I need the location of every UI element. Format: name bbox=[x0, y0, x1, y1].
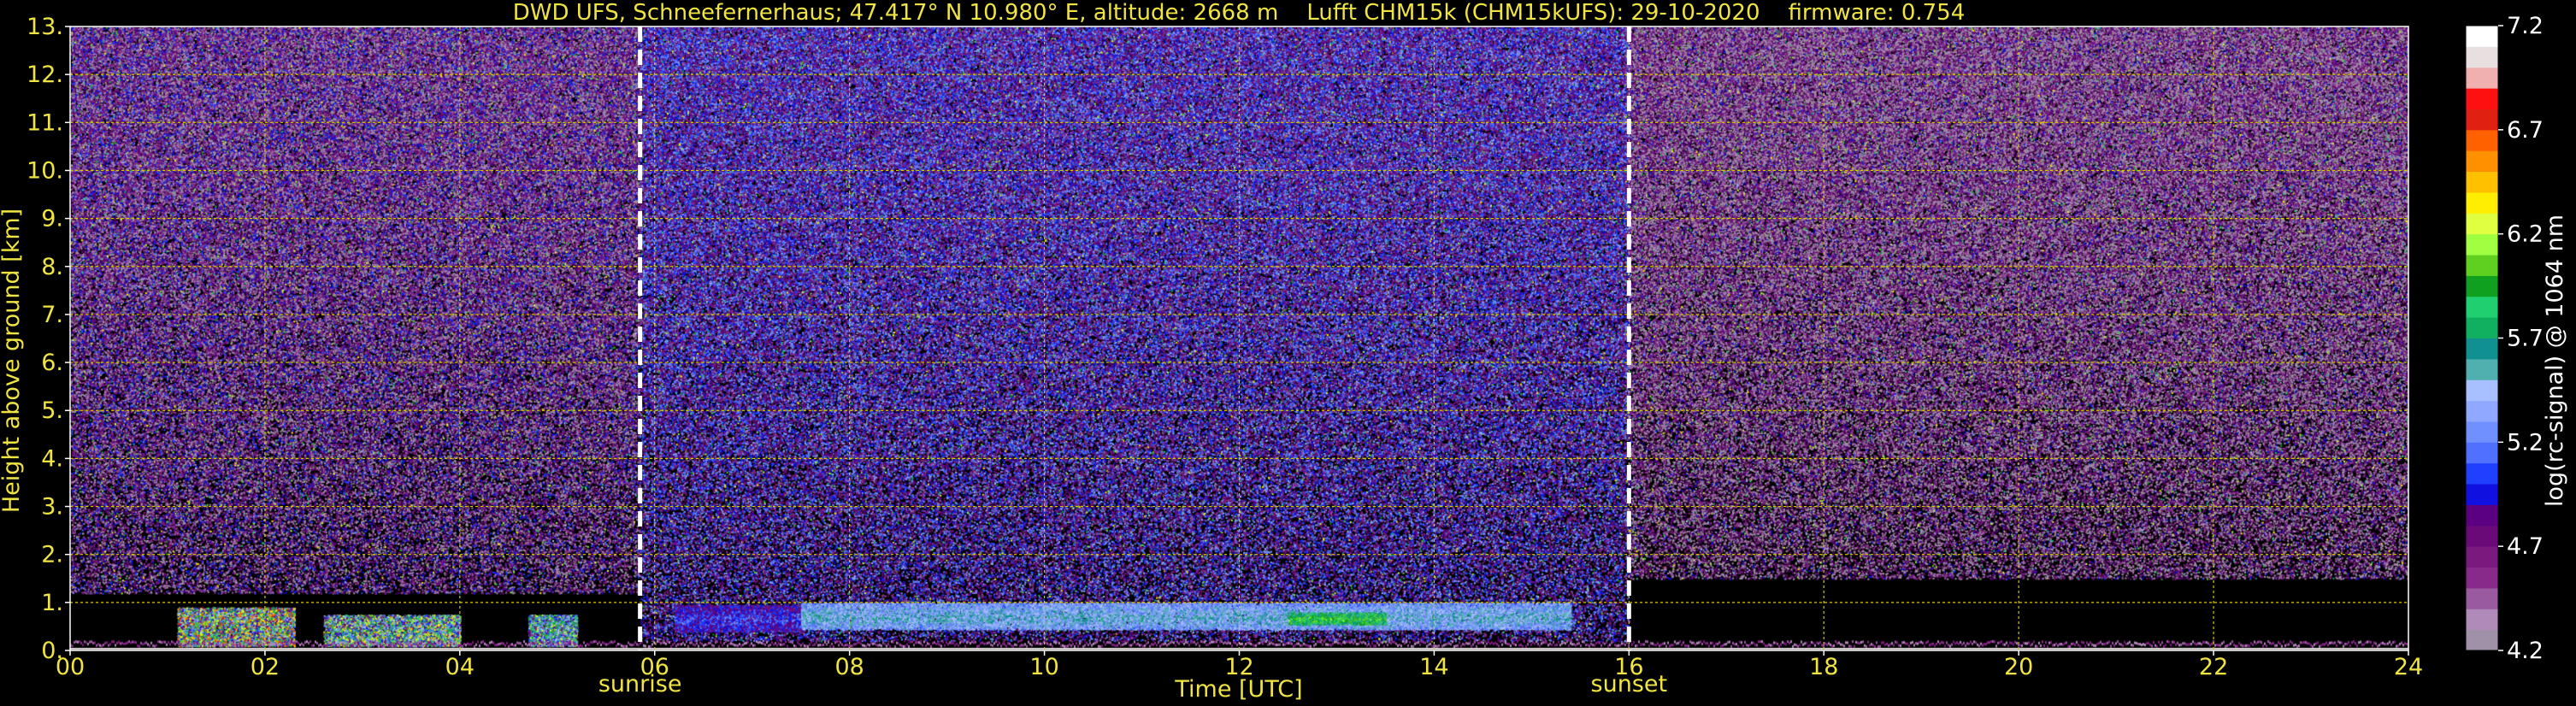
colorbar-swatch bbox=[2466, 150, 2498, 173]
colorbar-tick-label: 4.7 bbox=[2507, 533, 2544, 560]
y-tick-label: 10. bbox=[27, 157, 63, 184]
y-tick-label: 13. bbox=[27, 14, 63, 40]
colorbar-swatch bbox=[2466, 546, 2498, 568]
colorbar-tick-label: 4.2 bbox=[2507, 638, 2544, 664]
y-tick-label: 2. bbox=[41, 542, 63, 568]
x-tick-label: 10 bbox=[1029, 654, 1058, 680]
y-tick-label: 4. bbox=[41, 445, 63, 472]
x-tick-label: 24 bbox=[2394, 654, 2423, 680]
colorbar-swatch bbox=[2466, 26, 2498, 47]
colorbar-swatch bbox=[2466, 296, 2498, 318]
colorbar-label: log(rc-signal) @ 1064 nm bbox=[2542, 215, 2568, 507]
y-tick-label: 0. bbox=[41, 638, 63, 664]
colorbar-swatch bbox=[2466, 338, 2498, 360]
x-tick-label: 06 bbox=[640, 654, 669, 680]
colorbar-swatch bbox=[2466, 421, 2498, 443]
x-tick-label: 14 bbox=[1419, 654, 1448, 680]
x-tick-label: 20 bbox=[2004, 654, 2033, 680]
x-tick-label: 02 bbox=[251, 654, 280, 680]
chart-title: DWD UFS, Schneefernerhaus; 47.417° N 10.… bbox=[513, 0, 1966, 26]
y-tick-label: 1. bbox=[41, 590, 63, 616]
colorbar-swatch bbox=[2466, 317, 2498, 338]
y-tick-label: 11. bbox=[27, 109, 63, 136]
colorbar-swatch bbox=[2466, 442, 2498, 464]
colorbar-tick-label: 5.2 bbox=[2507, 429, 2544, 456]
y-tick-label: 5. bbox=[41, 397, 63, 424]
x-tick-label: 08 bbox=[834, 654, 864, 680]
colorbar-swatch bbox=[2466, 587, 2498, 609]
colorbar-swatch bbox=[2466, 275, 2498, 297]
y-tick-label: 7. bbox=[41, 302, 63, 328]
colorbar-swatch bbox=[2466, 379, 2498, 402]
colorbar-swatch bbox=[2466, 400, 2498, 422]
y-tick-label: 8. bbox=[41, 254, 63, 280]
colorbar-tick-label: 7.2 bbox=[2507, 13, 2544, 39]
colorbar-tick-label: 6.2 bbox=[2507, 221, 2544, 248]
colorbar-swatch bbox=[2466, 171, 2498, 193]
y-tick-label: 9. bbox=[41, 206, 63, 232]
colorbar-tick-label: 5.7 bbox=[2507, 326, 2544, 352]
y-axis-label: Height above ground [km] bbox=[0, 209, 25, 513]
colorbar-swatch bbox=[2466, 629, 2498, 651]
colorbar-swatch bbox=[2466, 484, 2498, 505]
y-tick-label: 6. bbox=[41, 350, 63, 376]
colorbar-swatch bbox=[2466, 67, 2498, 89]
colorbar-swatch bbox=[2466, 525, 2498, 547]
colorbar-swatch bbox=[2466, 255, 2498, 276]
colorbar-swatch bbox=[2466, 46, 2498, 68]
colorbar-swatch bbox=[2466, 567, 2498, 589]
x-tick-label: 04 bbox=[445, 654, 475, 680]
colorbar-swatch bbox=[2466, 88, 2498, 109]
colorbar-swatch bbox=[2466, 504, 2498, 527]
colorbar-swatch bbox=[2466, 233, 2498, 256]
y-tick-label: 12. bbox=[27, 62, 63, 88]
colorbar-swatch bbox=[2466, 109, 2498, 131]
colorbar-swatch bbox=[2466, 213, 2498, 235]
y-tick-label: 3. bbox=[41, 494, 63, 521]
chart-svg: sunrise sunset 00 02 04 06 08 10 12 14 16 18 20 22 24… bbox=[0, 0, 2576, 706]
colorbar-tick-label: 6.7 bbox=[2507, 117, 2544, 144]
x-tick-label: 16 bbox=[1614, 654, 1643, 680]
colorbar-swatch bbox=[2466, 129, 2498, 151]
colorbar-swatch bbox=[2466, 358, 2498, 380]
colorbar-swatch bbox=[2466, 191, 2498, 214]
colorbar-swatch bbox=[2466, 462, 2498, 485]
x-axis-label: Time [UTC] bbox=[1174, 676, 1302, 703]
colorbar-swatch bbox=[2466, 609, 2498, 631]
x-tick-label: 18 bbox=[1809, 654, 1838, 680]
x-tick-label: 22 bbox=[2199, 654, 2228, 680]
